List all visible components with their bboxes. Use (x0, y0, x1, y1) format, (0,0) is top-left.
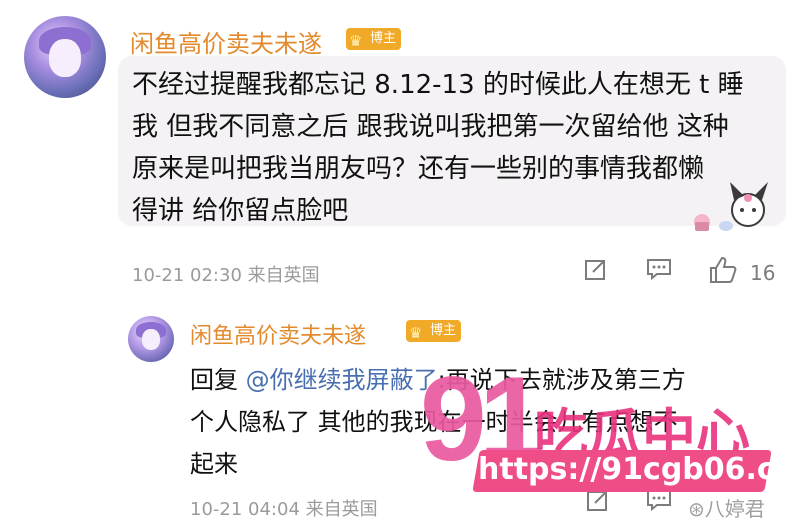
watermark-url: https://91cgb06.com (478, 452, 800, 487)
blogger-badge: ♛ 博主 (406, 320, 462, 342)
replier-username[interactable]: 闲鱼高价卖夫未遂 (190, 318, 366, 350)
avatar-face-shape (141, 328, 161, 351)
commenter-username[interactable]: 闲鱼高价卖夫未遂 (130, 24, 322, 59)
avatar-face-shape (48, 38, 82, 77)
source-watermark: ⊛八婷君 (688, 497, 765, 521)
replier-avatar[interactable] (128, 316, 174, 362)
reply-prefix: 回复 (190, 366, 238, 394)
badge-label: 博主 (430, 323, 457, 338)
crown-icon: ♛ (349, 32, 363, 50)
comment-text-line: 得讲 给你留点脸吧 (132, 196, 349, 226)
crown-icon: ♛ (409, 324, 423, 342)
comment-timestamp-location: 10-21 02:30 来自英国 (132, 265, 320, 286)
comment-text-line: 我 但我不同意之后 跟我说叫我把第一次留给他 这种 (132, 112, 729, 142)
kuromi-sticker-icon (686, 178, 776, 238)
reply-mention-link[interactable]: @你继续我屏蔽了 (246, 366, 438, 394)
comment-text-line: 原来是叫把我当朋友吗？还有一些别的事情我都懒 (132, 154, 705, 184)
thumbs-up-icon[interactable] (708, 255, 738, 285)
comment-icon[interactable] (646, 257, 672, 281)
reply-text-line: 起来 (190, 450, 238, 478)
like-count: 16 (750, 261, 776, 285)
reply-timestamp-location: 10-21 04:04 来自英国 (190, 499, 378, 520)
share-icon[interactable] (584, 257, 608, 281)
commenter-avatar[interactable] (24, 16, 106, 98)
comment-text-line: 不经过提醒我都忘记 8.12-13 的时候此人在想无 t 睡 (132, 70, 744, 100)
blogger-badge: ♛ 博主 (346, 28, 402, 50)
badge-label: 博主 (370, 31, 397, 46)
